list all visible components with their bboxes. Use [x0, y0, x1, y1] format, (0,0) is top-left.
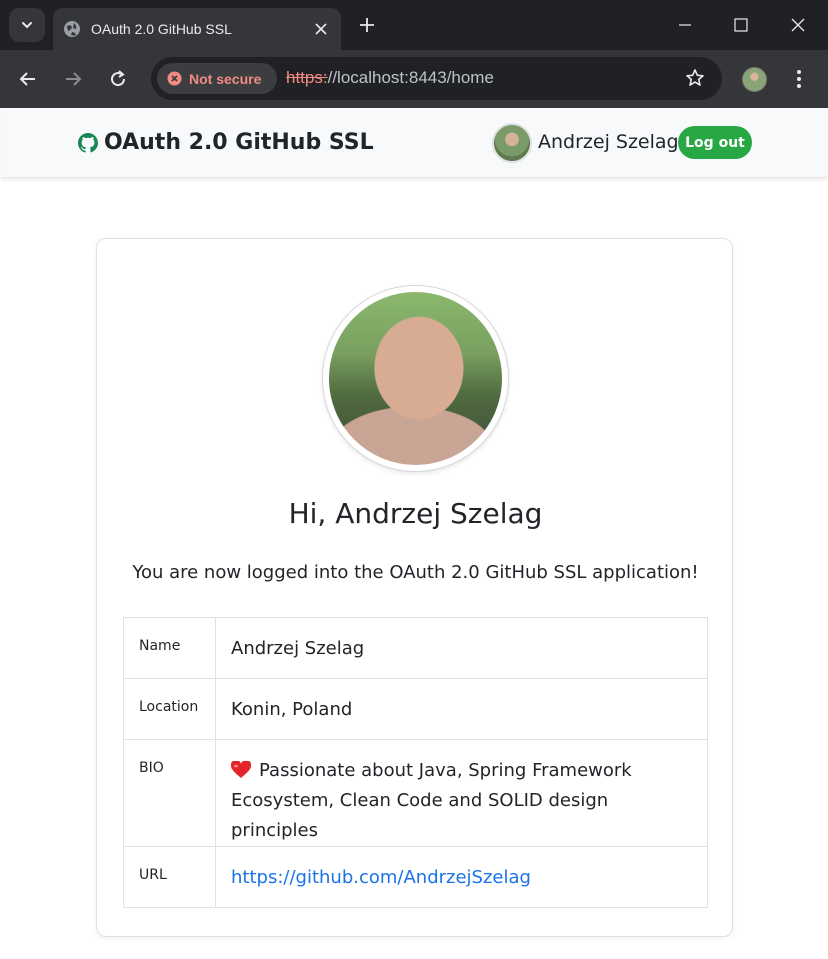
plus-icon — [360, 18, 374, 32]
chevron-down-icon — [22, 22, 32, 29]
row-label: Location — [123, 678, 216, 740]
close-icon[interactable] — [311, 19, 331, 39]
back-button[interactable] — [15, 66, 41, 92]
maximize-button[interactable] — [730, 14, 752, 36]
security-chip-label: Not secure — [189, 70, 262, 87]
reload-icon — [111, 70, 126, 87]
profile-table: Name Andrzej Szelag Location Konin, Pola… — [123, 617, 708, 908]
row-value: https://github.com/AndrzejSzelag — [215, 846, 708, 908]
bio-text: Passionate about Java, Spring Framework … — [231, 760, 632, 841]
reload-button[interactable] — [105, 66, 131, 92]
security-chip[interactable]: Not secure — [157, 63, 277, 94]
table-row: URL https://github.com/AndrzejSzelag — [123, 846, 708, 908]
brand[interactable]: OAuth 2.0 GitHub SSL — [78, 130, 374, 155]
forward-button[interactable] — [60, 66, 86, 92]
user-avatar — [492, 123, 532, 163]
table-row: Name Andrzej Szelag — [123, 617, 708, 679]
minimize-icon — [679, 24, 691, 26]
profile-photo — [323, 286, 508, 471]
greeting-heading: Hi, Andrzej Szelag — [288, 497, 543, 530]
github-profile-link[interactable]: https://github.com/AndrzejSzelag — [231, 867, 531, 888]
arrow-left-icon — [19, 72, 35, 86]
row-value: Konin, Poland — [215, 678, 708, 740]
new-tab-button[interactable] — [355, 13, 379, 37]
bookmark-star-button[interactable] — [684, 67, 706, 89]
github-icon — [78, 132, 98, 153]
globe-icon — [63, 20, 81, 38]
close-icon — [791, 18, 805, 32]
table-row: BIO Passionate about Java, Spring Framew… — [123, 739, 708, 847]
web-page: OAuth 2.0 GitHub SSL Andrzej Szelag Log … — [1, 108, 827, 958]
window-close-button[interactable] — [787, 14, 809, 36]
row-value-bio: Passionate about Java, Spring Framework … — [215, 739, 708, 847]
browser-profile-avatar[interactable] — [742, 67, 767, 92]
brand-title: OAuth 2.0 GitHub SSL — [104, 130, 374, 155]
warning-x-icon — [167, 71, 182, 86]
profile-card: Hi, Andrzej Szelag You are now logged in… — [96, 238, 733, 937]
more-vertical-icon — [797, 70, 801, 88]
minimize-button[interactable] — [674, 14, 696, 36]
row-label: BIO — [123, 739, 216, 847]
maximize-icon — [734, 18, 748, 32]
site-navbar: OAuth 2.0 GitHub SSL Andrzej Szelag Log … — [1, 108, 827, 178]
user-name: Andrzej Szelag — [538, 131, 679, 153]
browser-toolbar: Not secure https://localhost:8443/home — [0, 50, 828, 108]
heart-icon — [231, 761, 251, 778]
star-icon — [686, 69, 704, 86]
logout-button[interactable]: Log out — [678, 126, 752, 159]
browser-tab-bar: OAuth 2.0 GitHub SSL — [0, 0, 828, 50]
url-rest: //localhost:8443/home — [327, 68, 494, 87]
tab-title: OAuth 2.0 GitHub SSL — [91, 21, 232, 37]
row-label: URL — [123, 846, 216, 908]
table-row: Location Konin, Poland — [123, 678, 708, 740]
browser-menu-button[interactable] — [790, 67, 808, 91]
url-text[interactable]: https://localhost:8443/home — [286, 68, 494, 88]
tab-search-button[interactable] — [9, 8, 45, 42]
row-value: Andrzej Szelag — [215, 617, 708, 679]
login-message: You are now logged into the OAuth 2.0 Gi… — [132, 562, 699, 583]
address-bar[interactable]: Not secure https://localhost:8443/home — [151, 57, 722, 100]
url-scheme: https: — [286, 68, 328, 87]
browser-tab[interactable]: OAuth 2.0 GitHub SSL — [53, 8, 341, 50]
arrow-right-icon — [66, 72, 82, 86]
row-label: Name — [123, 617, 216, 679]
